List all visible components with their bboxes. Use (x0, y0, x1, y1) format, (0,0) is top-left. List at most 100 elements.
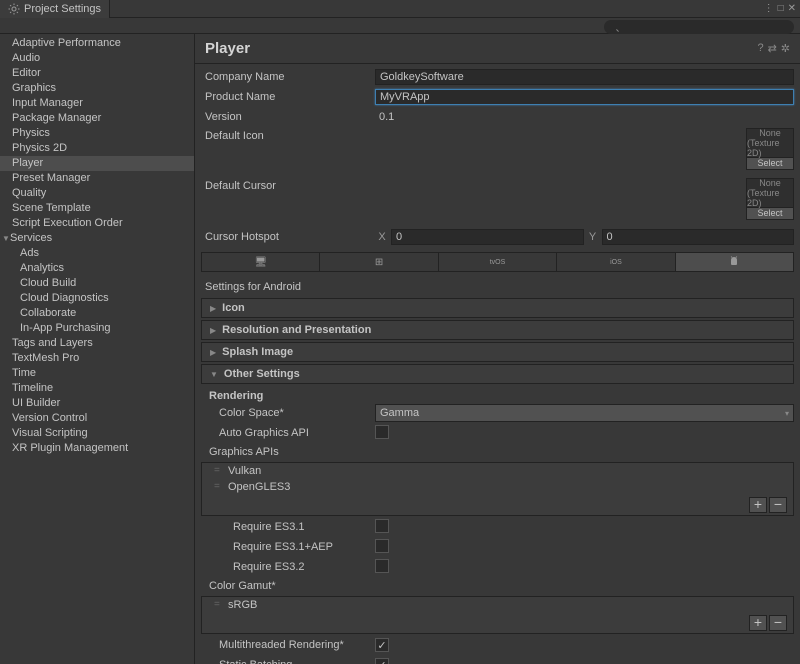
remove-gamut-button[interactable]: − (769, 615, 787, 631)
default-cursor-slot[interactable]: None(Texture 2D) (746, 178, 794, 208)
sidebar-item-ui-builder[interactable]: UI Builder (0, 396, 194, 411)
sidebar-item-scene-template[interactable]: Scene Template (0, 201, 194, 216)
multithreaded-checkbox[interactable]: ✓ (375, 638, 389, 652)
color-gamut-item[interactable]: sRGB (202, 597, 793, 613)
sidebar-item-label: Quality (12, 187, 46, 199)
require-es31-label: Require ES3.1 (201, 521, 375, 533)
sidebar-item-textmesh-pro[interactable]: TextMesh Pro (0, 351, 194, 366)
maximize-icon[interactable]: □ (778, 3, 784, 14)
android-icon (728, 256, 740, 268)
sidebar-item-label: TextMesh Pro (12, 352, 79, 364)
platform-tab-ios[interactable]: iOS (557, 253, 675, 271)
sidebar-item-label: Graphics (12, 82, 56, 94)
section-resolution[interactable]: ▶ Resolution and Presentation (201, 320, 794, 340)
sidebar-item-label: Physics (12, 127, 50, 139)
sidebar-item-player[interactable]: Player (0, 156, 194, 171)
sidebar-item-collaborate[interactable]: Collaborate (0, 306, 194, 321)
company-name-input[interactable] (375, 69, 794, 85)
window-tab[interactable]: Project Settings (0, 0, 110, 18)
sidebar-item-visual-scripting[interactable]: Visual Scripting (0, 426, 194, 441)
remove-api-button[interactable]: − (769, 497, 787, 513)
require-es31-checkbox[interactable] (375, 519, 389, 533)
sidebar-item-script-execution-order[interactable]: Script Execution Order (0, 216, 194, 231)
hotspot-y-input[interactable] (602, 229, 795, 245)
sidebar-item-cloud-build[interactable]: Cloud Build (0, 276, 194, 291)
default-icon-label: Default Icon (201, 128, 375, 142)
search-row (0, 18, 800, 34)
add-gamut-button[interactable]: + (749, 615, 767, 631)
add-api-button[interactable]: + (749, 497, 767, 513)
platform-tab-standalone[interactable]: 🖥 (202, 253, 320, 271)
y-label: Y (586, 231, 600, 243)
auto-graphics-checkbox[interactable] (375, 425, 389, 439)
default-cursor-select[interactable]: Select (746, 208, 794, 220)
sidebar-item-label: Tags and Layers (12, 337, 93, 349)
help-icon[interactable]: ? (757, 42, 763, 55)
require-es31aep-checkbox[interactable] (375, 539, 389, 553)
sidebar-item-label: XR Plugin Management (12, 442, 128, 454)
sidebar-item-version-control[interactable]: Version Control (0, 411, 194, 426)
platform-tab-tvos[interactable]: tvOS (439, 253, 557, 271)
platform-tab-android[interactable] (676, 253, 793, 271)
sidebar-item-label: Package Manager (12, 112, 101, 124)
close-icon[interactable]: ✕ (788, 3, 796, 14)
sidebar-item-input-manager[interactable]: Input Manager (0, 96, 194, 111)
main-panel: Player ? ⇄ ✲ Company Name Product Name (195, 34, 800, 664)
fold-arrow-icon: ▶ (210, 304, 216, 313)
graphics-api-item[interactable]: OpenGLES3 (202, 479, 793, 495)
sidebar-item-label: Cloud Build (20, 277, 76, 289)
sidebar-item-physics-2d[interactable]: Physics 2D (0, 141, 194, 156)
search-input[interactable] (604, 20, 794, 34)
default-icon-select[interactable]: Select (746, 158, 794, 170)
sidebar-item-editor[interactable]: Editor (0, 66, 194, 81)
sidebar-item-label: Timeline (12, 382, 53, 394)
platform-tab-windows[interactable]: ⊞ (320, 253, 438, 271)
product-name-input[interactable] (375, 89, 794, 105)
sidebar-item-adaptive-performance[interactable]: Adaptive Performance (0, 36, 194, 51)
monitor-icon: 🖥 (254, 257, 267, 268)
graphics-api-item[interactable]: Vulkan (202, 463, 793, 479)
section-splash[interactable]: ▶ Splash Image (201, 342, 794, 362)
static-batch-checkbox[interactable]: ✓ (375, 658, 389, 664)
color-space-dropdown[interactable]: Gamma▾ (375, 404, 794, 422)
fold-arrow-icon: ▶ (210, 348, 216, 357)
sidebar-item-label: Visual Scripting (12, 427, 88, 439)
sidebar-item-ads[interactable]: Ads (0, 246, 194, 261)
version-label: Version (201, 111, 375, 123)
sidebar-item-xr-plugin-management[interactable]: XR Plugin Management (0, 441, 194, 456)
sidebar-item-in-app-purchasing[interactable]: In-App Purchasing (0, 321, 194, 336)
sidebar-item-timeline[interactable]: Timeline (0, 381, 194, 396)
sidebar-item-graphics[interactable]: Graphics (0, 81, 194, 96)
sidebar-item-quality[interactable]: Quality (0, 186, 194, 201)
chevron-down-icon: ▾ (785, 409, 789, 418)
section-icon[interactable]: ▶ Icon (201, 298, 794, 318)
options-icon[interactable]: ⋮ (764, 3, 774, 14)
sidebar-item-label: Editor (12, 67, 41, 79)
section-other[interactable]: ▼ Other Settings (201, 364, 794, 384)
require-es32-checkbox[interactable] (375, 559, 389, 573)
rendering-heading: Rendering (201, 388, 794, 404)
sidebar-item-label: In-App Purchasing (20, 322, 111, 334)
sidebar-item-audio[interactable]: Audio (0, 51, 194, 66)
page-title: Player (205, 40, 757, 57)
fold-arrow-icon: ▼ (210, 370, 218, 379)
default-icon-slot[interactable]: None(Texture 2D) (746, 128, 794, 158)
sidebar-item-label: Script Execution Order (12, 217, 123, 229)
sidebar-item-preset-manager[interactable]: Preset Manager (0, 171, 194, 186)
sidebar-item-tags-and-layers[interactable]: Tags and Layers (0, 336, 194, 351)
sidebar-item-label: Version Control (12, 412, 87, 424)
hotspot-x-input[interactable] (391, 229, 584, 245)
sidebar-item-physics[interactable]: Physics (0, 126, 194, 141)
sidebar-item-cloud-diagnostics[interactable]: Cloud Diagnostics (0, 291, 194, 306)
gear-icon (8, 3, 20, 15)
auto-graphics-label: Auto Graphics API (201, 427, 375, 439)
sidebar-item-services[interactable]: ▼Services (0, 231, 194, 246)
preset-icon[interactable]: ⇄ (768, 42, 777, 55)
sidebar-item-time[interactable]: Time (0, 366, 194, 381)
titlebar: Project Settings ⋮ □ ✕ (0, 0, 800, 18)
sidebar-item-label: UI Builder (12, 397, 60, 409)
sidebar-item-package-manager[interactable]: Package Manager (0, 111, 194, 126)
settings-icon[interactable]: ✲ (781, 42, 790, 55)
sidebar-item-analytics[interactable]: Analytics (0, 261, 194, 276)
sidebar-item-label: Audio (12, 52, 40, 64)
